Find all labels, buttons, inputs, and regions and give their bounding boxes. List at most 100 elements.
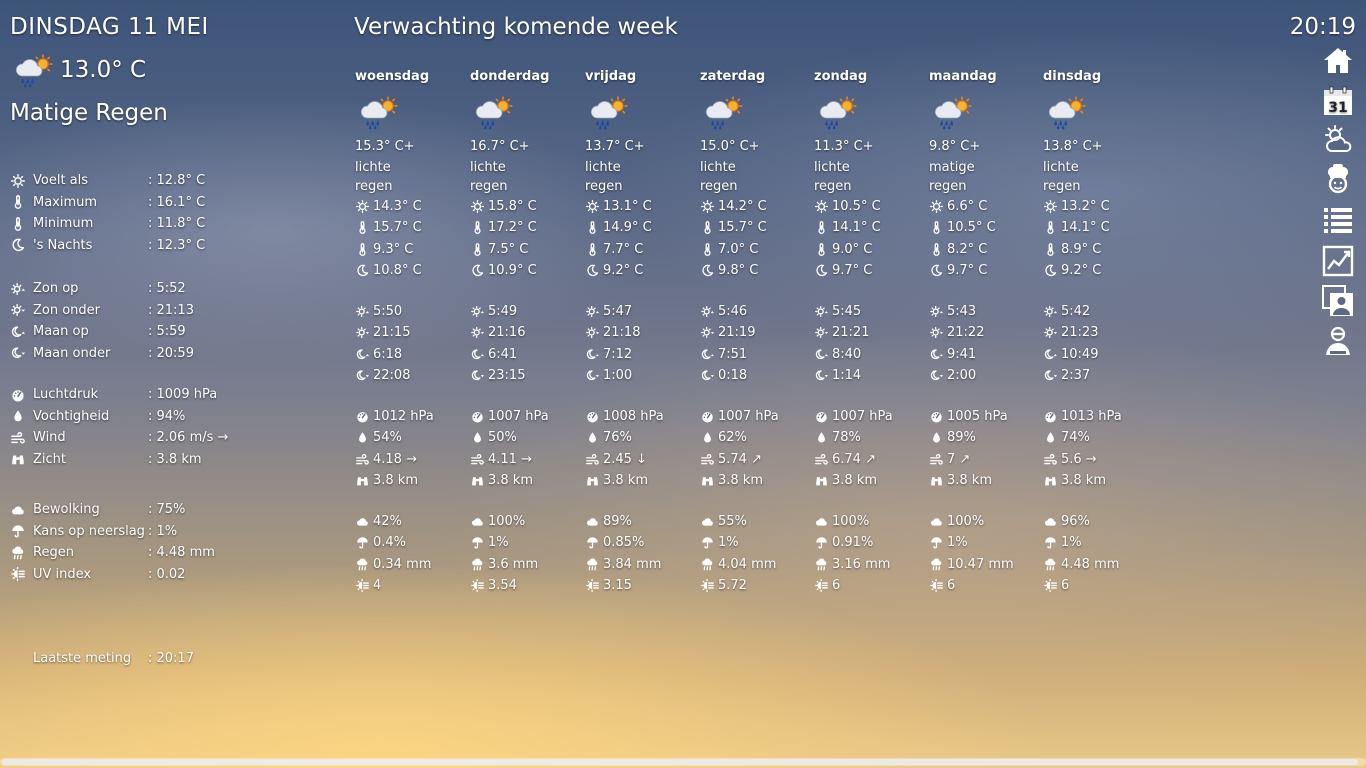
forecast-uv: 6 [1043, 575, 1155, 597]
forecast-uv-value: 3.15 [603, 578, 632, 594]
forecast-moonrise-value: 7:51 [718, 346, 748, 362]
stat-row: Kans op neerslag: 1% [10, 521, 340, 543]
sunrise-icon [814, 304, 828, 318]
forecast-pop: 1% [1043, 532, 1155, 554]
forecast-uv-value: 6 [1061, 578, 1070, 594]
forecast-sunrise-value: 5:45 [832, 303, 862, 319]
forecast-uv-value: 6 [832, 578, 841, 594]
forecast-sunrise-value: 5:42 [1061, 303, 1091, 319]
droplet-icon [585, 431, 599, 445]
gauge-icon [470, 409, 484, 423]
forecast-pressure-value: 1007 hPa [718, 408, 779, 424]
forecast-feels: 13.2° C [1043, 196, 1155, 218]
forecast-pop-value: 0.85% [603, 535, 645, 551]
forecast-sunset: 21:22 [929, 322, 1041, 344]
stat-value: : 0.02 [148, 566, 186, 582]
forecast-wind: 4.18 → [355, 449, 467, 471]
forecast-uv: 3.15 [585, 575, 697, 597]
stat-value: : 75% [148, 502, 186, 518]
last-measurement: Laatste meting : 20:17 [10, 648, 340, 670]
forecast-pop-value: 0.91% [832, 535, 874, 551]
chart-nav-button[interactable] [1320, 243, 1356, 279]
stat-row: Bewolking: 75% [10, 499, 340, 521]
moonrise-icon [355, 347, 369, 361]
moonrise-icon [585, 347, 599, 361]
umbrella-icon [470, 536, 484, 550]
forecast-rain: 4.48 mm [1043, 554, 1155, 576]
wind-icon [355, 452, 369, 466]
calendar-icon: 31 [1322, 85, 1354, 117]
cloud-icon [929, 514, 943, 528]
rain-icon [814, 557, 828, 571]
sunset-icon [1043, 326, 1057, 340]
uv-icon [929, 579, 943, 593]
forecast-day-name: vrijdag [585, 69, 637, 84]
forecast-humidity-value: 76% [603, 430, 632, 446]
calendar-nav-button[interactable]: 31 [1320, 83, 1356, 119]
weather-nav-button[interactable] [1320, 122, 1356, 158]
forecast-max: 15.7° C [700, 217, 812, 239]
forecast-max: 10.5° C [929, 217, 1041, 239]
stat-label: Kans op neerslag [33, 523, 145, 539]
sunset-icon [814, 326, 828, 340]
forecast-moonrise-value: 6:41 [488, 346, 518, 362]
forecast-feels: 14.3° C [355, 196, 467, 218]
forecast-min-value: 8.9° C [1061, 241, 1102, 257]
moon-icon [355, 264, 369, 278]
gauge-icon [355, 409, 369, 423]
stat-label: Maan op [33, 324, 89, 340]
forecast-humidity: 54% [355, 427, 467, 449]
moonrise-icon [470, 347, 484, 361]
moonset-icon [10, 345, 26, 361]
scrollbar-thumb[interactable] [2, 759, 1358, 765]
forecast-visibility: 3.8 km [355, 470, 467, 492]
list-icon [1322, 204, 1354, 236]
umbrella-icon [700, 536, 714, 550]
forecast-cond-value: lichte regen [700, 159, 738, 194]
forecast-pressure-value: 1008 hPa [603, 408, 664, 424]
forecast-max-value: 15.7° C [718, 220, 767, 236]
forecast-pop: 0.4% [355, 532, 467, 554]
stat-label: Minimum [33, 216, 94, 232]
binoculars-icon [700, 474, 714, 488]
current-temperature: 13.0° C [60, 57, 147, 83]
forecast-sunset: 21:19 [700, 322, 812, 344]
wind-icon [470, 452, 484, 466]
forecast-night-value: 9.7° C [832, 263, 873, 279]
forecast-title: Verwachting komende week [354, 14, 678, 40]
thermometer-icon [700, 221, 714, 235]
forecast-day-maandag: maandag 9.8° C+ matige regen 6.6° C 10.5° C 8… [929, 68, 1041, 597]
photos-nav-button[interactable] [1320, 283, 1356, 319]
person-nav-button[interactable] [1320, 323, 1356, 359]
home-nav-button[interactable] [1320, 43, 1356, 79]
sun-icon [1043, 199, 1057, 213]
sunrise-icon [700, 304, 714, 318]
umbrella-icon [355, 536, 369, 550]
sun-icon [470, 199, 484, 213]
forecast-night: 10.8° C [355, 260, 467, 282]
forecast-min: 7.5° C [470, 239, 582, 261]
moon-icon [814, 264, 828, 278]
moonrise-icon [700, 347, 714, 361]
stat-row: Minimum: 11.8° C [10, 213, 340, 235]
forecast-pressure: 1007 hPa [814, 406, 926, 428]
thermometer-icon [10, 194, 26, 210]
gauge-icon [10, 387, 26, 403]
svg-text:31: 31 [1328, 100, 1347, 116]
cloud-icon [814, 514, 828, 528]
forecast-pressure-value: 1007 hPa [488, 408, 549, 424]
forecast-temp: 16.7° C+ [470, 136, 582, 158]
forecast-moonrise-value: 7:12 [603, 346, 633, 362]
list-nav-button[interactable] [1320, 202, 1356, 238]
forecast-max-value: 14.1° C [832, 220, 881, 236]
forecast-humidity: 62% [700, 427, 812, 449]
droplet-icon [355, 431, 369, 445]
forecast-feels: 10.5° C [814, 196, 926, 218]
thermometer-icon [10, 216, 26, 232]
forecast-feels: 13.1° C [585, 196, 697, 218]
forecast-humidity: 50% [470, 427, 582, 449]
forecast-pressure: 1013 hPa [1043, 406, 1155, 428]
forecast-rain-value: 4.48 mm [1061, 556, 1120, 572]
forecast-sunrise-value: 5:50 [373, 303, 403, 319]
chef-nav-button[interactable] [1320, 162, 1356, 198]
